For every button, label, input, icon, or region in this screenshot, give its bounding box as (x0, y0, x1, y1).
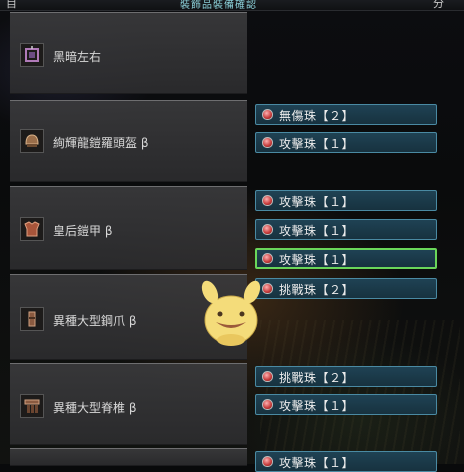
decoration-slot-selected[interactable]: 攻擊珠【１】 (255, 248, 437, 269)
decoration-gem-icon (262, 224, 273, 235)
decoration-gem-icon (262, 371, 273, 382)
decoration-slot[interactable]: 攻擊珠【１】 (255, 190, 437, 211)
decoration-gem-icon (262, 456, 273, 467)
decoration-slot[interactable]: 攻擊珠【１】 (255, 132, 437, 153)
decoration-label: 攻擊珠【１】 (279, 253, 355, 267)
header-left-glyph: 目 (6, 0, 17, 10)
decoration-slot[interactable]: 無傷珠【２】 (255, 104, 437, 125)
decoration-label: 攻擊珠【１】 (279, 399, 355, 413)
equipment-row-chest[interactable]: 皇后鎧甲 β (10, 186, 247, 270)
equipment-name: 絢輝龍鎧羅頭盔 β (53, 136, 149, 150)
equipment-row-legs[interactable] (10, 448, 247, 466)
equipment-name: 異種大型脊椎 β (53, 401, 137, 415)
equipment-row-waist[interactable]: 異種大型脊椎 β (10, 363, 247, 445)
grass-texture (260, 320, 460, 464)
header-right-glyph: 分 (433, 0, 444, 10)
decoration-slot[interactable]: 攻擊珠【１】 (255, 394, 437, 415)
equipment-name: 異種大型鋼爪 β (53, 314, 137, 328)
decoration-label: 挑戰珠【２】 (279, 371, 355, 385)
arms-icon (20, 307, 44, 331)
decoration-label: 挑戰珠【２】 (279, 283, 355, 297)
decoration-gem-icon (262, 399, 273, 410)
charm-icon (20, 43, 44, 67)
decoration-label: 攻擊珠【１】 (279, 137, 355, 151)
helm-icon (20, 129, 44, 153)
decoration-gem-icon (262, 195, 273, 206)
decoration-label: 攻擊珠【１】 (279, 456, 355, 470)
equipment-row-helm[interactable]: 絢輝龍鎧羅頭盔 β (10, 100, 247, 182)
equipment-row-charm[interactable]: 黑暗左右 (10, 12, 247, 94)
waist-icon (20, 394, 44, 418)
equipment-name: 黑暗左右 (53, 50, 102, 64)
equipment-name: 皇后鎧甲 β (53, 224, 113, 238)
decoration-gem-icon (262, 109, 273, 120)
decoration-slot[interactable]: 挑戰珠【２】 (255, 278, 437, 299)
decoration-slot[interactable]: 攻擊珠【１】 (255, 219, 437, 240)
decoration-gem-icon (262, 253, 273, 264)
mascot-sticker (196, 280, 266, 352)
decoration-slot[interactable]: 挑戰珠【２】 (255, 366, 437, 387)
header-bar: 目 裝飾品裝備確認 分 (0, 0, 464, 11)
decoration-label: 攻擊珠【１】 (279, 195, 355, 209)
decoration-slot[interactable]: 攻擊珠【１】 (255, 451, 437, 472)
decoration-label: 無傷珠【２】 (279, 109, 355, 123)
decoration-gem-icon (262, 137, 273, 148)
chest-icon (20, 217, 44, 241)
page-title: 裝飾品裝備確認 (180, 0, 257, 11)
decoration-label: 攻擊珠【１】 (279, 224, 355, 238)
